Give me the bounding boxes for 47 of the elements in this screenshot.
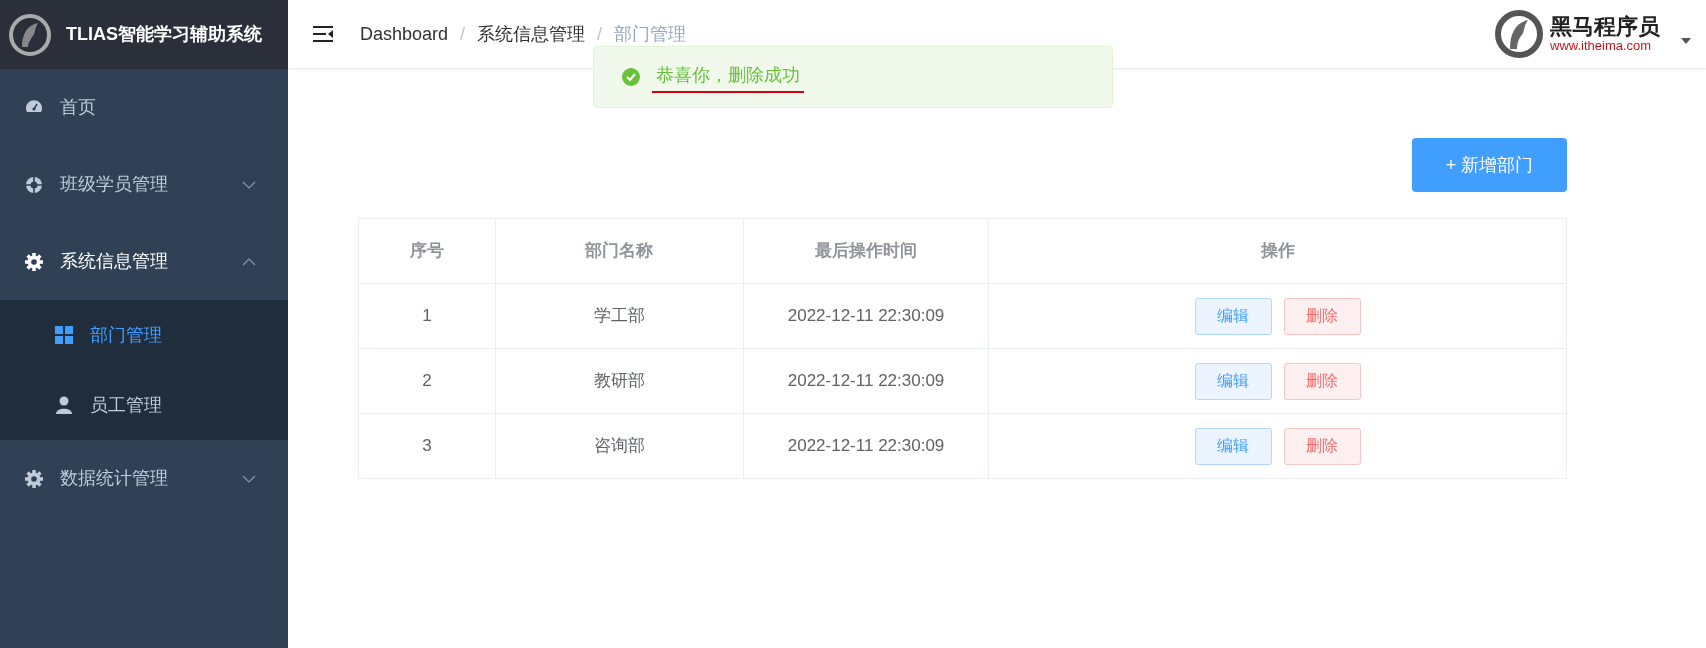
brand-logo-icon <box>1494 9 1544 59</box>
delete-button[interactable]: 删除 <box>1283 427 1361 465</box>
table-cell: 教研部 <box>495 348 744 414</box>
chevron-down-icon <box>242 180 256 189</box>
delete-button[interactable]: 删除 <box>1283 297 1361 335</box>
gear-icon <box>24 468 44 489</box>
chevron-up-icon <box>242 257 256 266</box>
grid-icon <box>54 325 74 345</box>
table-cell: 2022-12-11 22:30:09 <box>743 348 989 414</box>
column-header: 最后操作时间 <box>743 218 989 284</box>
brand-name: 黑马程序员 <box>1550 14 1660 39</box>
chevron-down-icon <box>242 474 256 483</box>
brand-url: www.itheima.com <box>1550 38 1652 54</box>
table-cell: 学工部 <box>495 283 744 349</box>
column-header: 部门名称 <box>495 218 744 284</box>
submenu-item[interactable]: 部门管理 <box>0 300 288 370</box>
menu-toggle-icon[interactable] <box>312 25 334 43</box>
app-title: TLIAS智能学习辅助系统 <box>66 23 262 46</box>
edit-button[interactable]: 编辑 <box>1194 297 1272 335</box>
table-cell: 咨询部 <box>495 413 744 479</box>
caret-icon[interactable] <box>1680 37 1692 45</box>
check-icon <box>622 68 640 86</box>
gear-icon <box>24 251 44 272</box>
breadcrumb-link[interactable]: Dashboard <box>360 20 449 48</box>
breadcrumb-separator: / <box>460 22 466 46</box>
person-icon <box>54 395 74 415</box>
breadcrumb-link[interactable]: 系统信息管理 <box>477 20 586 48</box>
column-header: 序号 <box>358 218 496 284</box>
delete-button[interactable]: 删除 <box>1283 362 1361 400</box>
breadcrumb-separator: / <box>597 22 603 46</box>
add-button[interactable]: + 新增部门 <box>1412 138 1567 192</box>
table-cell: 2022-12-11 22:30:09 <box>743 283 989 349</box>
logo-icon <box>8 12 52 57</box>
submenu-item[interactable]: 员工管理 <box>0 370 288 440</box>
table-cell: 1 <box>358 283 496 349</box>
toast-message: 恭喜你，删除成功 <box>652 61 804 93</box>
table-cell: 2 <box>358 348 496 414</box>
column-header: 操作 <box>988 218 1567 284</box>
table-cell: 3 <box>358 413 496 479</box>
menu-item[interactable]: 系统信息管理 <box>0 223 288 300</box>
target-icon <box>24 174 44 195</box>
edit-button[interactable]: 编辑 <box>1194 362 1272 400</box>
menu-item[interactable]: 班级学员管理 <box>0 146 288 223</box>
edit-button[interactable]: 编辑 <box>1194 427 1272 465</box>
menu-item[interactable]: 数据统计管理 <box>0 440 288 517</box>
table-cell: 2022-12-11 22:30:09 <box>743 413 989 479</box>
menu-item[interactable]: 首页 <box>0 69 288 146</box>
